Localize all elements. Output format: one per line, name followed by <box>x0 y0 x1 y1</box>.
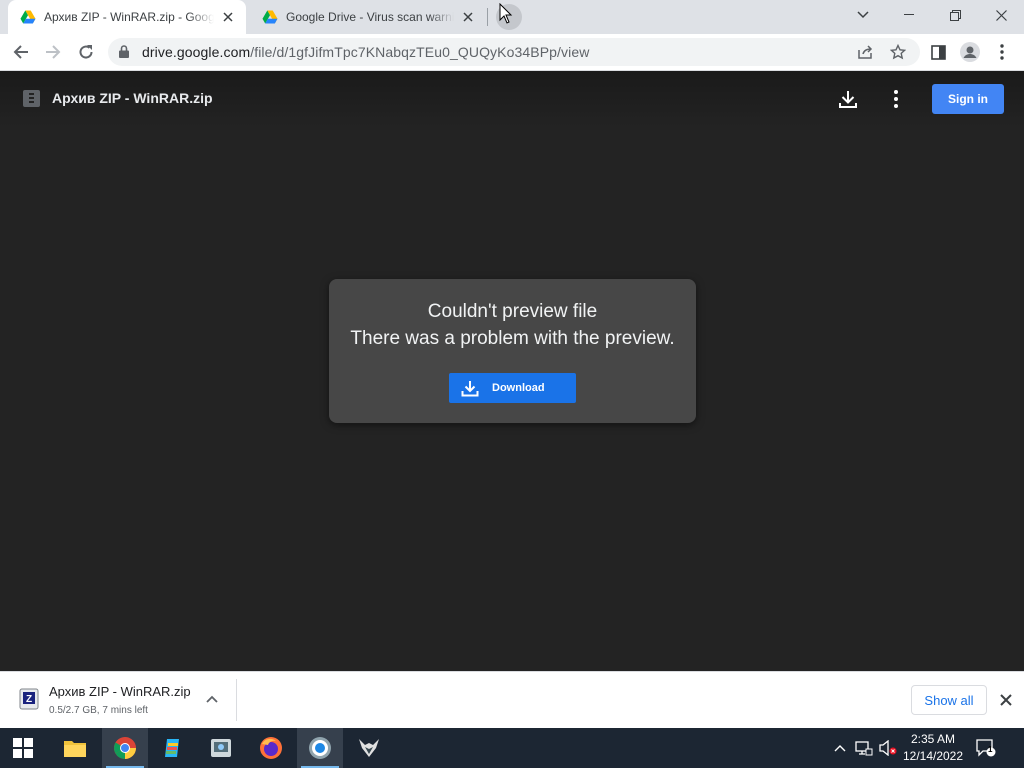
drive-file-viewer: Архив ZIP - WinRAR.zip Sign in Couldn't … <box>0 71 1024 671</box>
show-all-button[interactable]: Show all <box>911 685 987 715</box>
mouse-cursor-icon <box>499 3 513 24</box>
side-panel-icon <box>930 44 946 60</box>
chevron-down-icon <box>857 11 869 19</box>
share-icon[interactable] <box>858 45 873 59</box>
sign-in-button[interactable]: Sign in <box>932 84 1004 114</box>
file-name: Архив ZIP - WinRAR.zip <box>52 90 213 106</box>
close-icon[interactable] <box>460 9 476 25</box>
speaker-muted-icon <box>879 740 897 756</box>
file-explorer-taskbar-button[interactable] <box>52 728 98 768</box>
winrar-archive-icon[interactable]: Z <box>17 687 41 711</box>
url-text[interactable]: drive.google.com/file/d/1gfJifmTpc7KNabq… <box>142 44 589 60</box>
close-icon[interactable] <box>220 9 236 25</box>
network-tray-button[interactable] <box>854 738 874 758</box>
forward-button[interactable] <box>40 39 66 65</box>
lock-icon[interactable] <box>119 45 129 58</box>
download-icon <box>839 91 857 108</box>
chrome-icon <box>114 737 136 759</box>
more-vert-icon <box>894 90 898 108</box>
installer-icon <box>211 739 231 757</box>
tab-drive-file[interactable]: Архив ZIP - WinRAR.zip - Google Drive <box>8 0 246 34</box>
preview-error-card: Couldn't preview file There was a proble… <box>329 279 696 423</box>
firefox-icon <box>260 737 282 759</box>
browser-shield-icon <box>309 737 331 759</box>
clock-date: 12/14/2022 <box>902 749 964 763</box>
more-actions-button[interactable] <box>884 87 908 111</box>
back-arrow-icon <box>13 45 28 59</box>
profile-button[interactable] <box>957 39 983 65</box>
chevron-up-icon <box>834 745 846 752</box>
folder-icon <box>64 741 86 757</box>
download-status: 0.5/2.7 GB, 7 mins left <box>49 705 148 716</box>
error-title: Couldn't preview file <box>427 301 598 322</box>
tab-virus-scan[interactable]: Google Drive - Virus scan warning <box>250 0 486 34</box>
download-label: Download <box>492 382 545 394</box>
download-file-name[interactable]: Архив ZIP - WinRAR.zip <box>49 684 191 699</box>
tab-separator <box>487 8 488 26</box>
reload-icon <box>79 45 93 59</box>
url-domain: drive.google.com <box>142 44 251 60</box>
back-button[interactable] <box>8 39 34 65</box>
notification-icon <box>976 739 996 757</box>
svg-text:Z: Z <box>26 694 32 705</box>
start-button[interactable] <box>0 728 46 768</box>
browser-taskbar-button[interactable] <box>297 728 343 768</box>
download-file-button[interactable]: Download <box>449 373 576 403</box>
archive-file-icon <box>23 90 40 107</box>
minimize-button[interactable] <box>886 0 932 30</box>
error-message: There was a problem with the preview. <box>350 328 675 349</box>
colorful-app-icon <box>165 739 179 757</box>
show-hidden-icons-button[interactable] <box>830 738 850 758</box>
avatar-icon <box>960 42 980 62</box>
minimize-icon <box>904 14 914 15</box>
viewer-header: Архив ZIP - WinRAR.zip Sign in <box>0 71 1024 127</box>
download-icon <box>461 381 479 397</box>
action-center-button[interactable]: 1 <box>976 738 996 758</box>
close-window-button[interactable] <box>978 0 1024 30</box>
download-button[interactable] <box>836 87 860 111</box>
windows-taskbar: 2:35 AM 12/14/2022 1 <box>0 728 1024 768</box>
close-icon[interactable] <box>997 691 1015 709</box>
shelf-divider <box>236 679 237 721</box>
installer-taskbar-button[interactable] <box>198 728 244 768</box>
side-panel-button[interactable] <box>925 39 951 65</box>
tab-title: Архив ZIP - WinRAR.zip - Google Drive <box>44 10 214 24</box>
network-icon <box>855 741 873 756</box>
bookmark-star-icon[interactable] <box>890 44 906 60</box>
restore-button[interactable] <box>932 0 978 30</box>
browser-menu-button[interactable] <box>989 39 1015 65</box>
google-drive-icon <box>20 10 36 24</box>
windows-logo-icon <box>13 738 33 758</box>
close-icon <box>995 9 1007 21</box>
volume-tray-button[interactable] <box>878 738 898 758</box>
tab-title: Google Drive - Virus scan warning <box>286 10 454 24</box>
chevron-up-icon[interactable] <box>204 692 220 708</box>
more-vert-icon <box>1000 44 1004 60</box>
reload-button[interactable] <box>73 39 99 65</box>
wolf-icon <box>359 739 379 757</box>
firefox-taskbar-button[interactable] <box>248 728 294 768</box>
tab-strip: Архив ZIP - WinRAR.zip - Google Drive Go… <box>0 0 1024 34</box>
download-shelf: Z Архив ZIP - WinRAR.zip 0.5/2.7 GB, 7 m… <box>0 671 1024 728</box>
notification-count: 1 <box>988 745 993 754</box>
browser-toolbar: drive.google.com/file/d/1gfJifmTpc7KNabq… <box>0 34 1024 71</box>
tab-search-button[interactable] <box>840 0 886 30</box>
system-clock[interactable]: 2:35 AM 12/14/2022 <box>898 731 968 765</box>
app-taskbar-button[interactable] <box>150 728 196 768</box>
restore-icon <box>949 9 961 21</box>
wolf-app-taskbar-button[interactable] <box>346 728 392 768</box>
google-drive-icon <box>262 10 278 24</box>
address-bar[interactable]: drive.google.com/file/d/1gfJifmTpc7KNabq… <box>108 38 920 66</box>
chrome-taskbar-button[interactable] <box>102 728 148 768</box>
url-path: /file/d/1gfJifmTpc7KNabqzTEu0_QUQyKo34BP… <box>250 44 590 60</box>
clock-time: 2:35 AM <box>910 732 956 746</box>
forward-arrow-icon <box>46 45 61 59</box>
